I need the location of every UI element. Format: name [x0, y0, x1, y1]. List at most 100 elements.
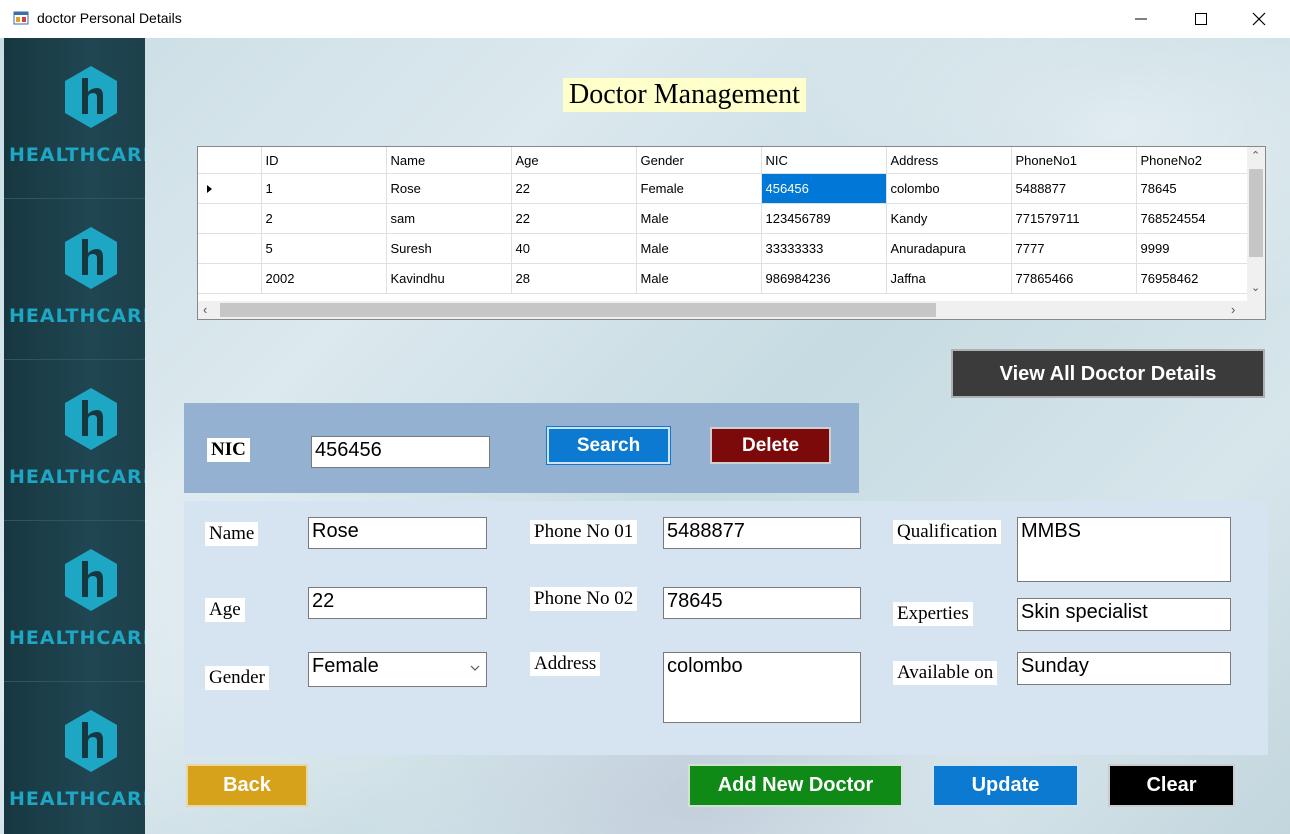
- logo-text: HEALTHCARE: [9, 466, 145, 488]
- table-cell[interactable]: 78645: [1136, 173, 1262, 204]
- phone-no-02-label: Phone No 02: [530, 587, 638, 611]
- table-cell[interactable]: Kandy: [886, 203, 1012, 234]
- clear-button[interactable]: Clear: [1108, 764, 1235, 807]
- available-on-field[interactable]: Sunday: [1017, 652, 1231, 685]
- table-cell[interactable]: 771579711: [1011, 203, 1137, 234]
- table-row[interactable]: 1 Rose 22 Female 456456 colombo 5488877 …: [198, 173, 1262, 204]
- title-bar: doctor Personal Details: [0, 0, 1290, 38]
- table-cell[interactable]: Jaffna: [886, 263, 1012, 294]
- table-cell[interactable]: 28: [511, 263, 637, 294]
- scroll-right-icon[interactable]: ›: [1231, 302, 1235, 317]
- table-cell-selected[interactable]: 456456: [761, 173, 887, 204]
- app-window-icon: [13, 11, 29, 25]
- table-cell[interactable]: 76958462: [1136, 263, 1262, 294]
- chevron-down-icon: [470, 665, 480, 671]
- available-on-label: Available on: [893, 661, 998, 685]
- healthcare-logo-icon: [65, 710, 117, 772]
- table-cell[interactable]: 2: [261, 203, 387, 234]
- table-cell[interactable]: 768524554: [1136, 203, 1262, 234]
- current-row-arrow-icon: [207, 185, 212, 193]
- column-header[interactable]: ID: [261, 147, 387, 174]
- table-cell[interactable]: Suresh: [386, 233, 512, 264]
- table-cell[interactable]: 40: [511, 233, 637, 264]
- age-label: Age: [205, 598, 245, 622]
- table-cell[interactable]: 7777: [1011, 233, 1137, 264]
- name-field[interactable]: Rose: [308, 517, 487, 549]
- table-cell[interactable]: 22: [511, 173, 637, 204]
- table-cell[interactable]: 77865466: [1011, 263, 1137, 294]
- row-header[interactable]: [198, 233, 262, 264]
- column-header[interactable]: NIC: [761, 147, 887, 174]
- update-button[interactable]: Update: [932, 764, 1079, 807]
- table-cell[interactable]: 5488877: [1011, 173, 1137, 204]
- sidebar: HEALTHCARE HEALTHCARE HEALTHCARE HEALTHC…: [4, 38, 145, 834]
- logo-block: HEALTHCARE: [4, 38, 145, 199]
- healthcare-logo-icon: [65, 66, 117, 128]
- table-cell[interactable]: 986984236: [761, 263, 887, 294]
- vertical-scroll-thumb[interactable]: [1249, 169, 1263, 257]
- window-title: doctor Personal Details: [37, 10, 182, 26]
- scroll-up-icon[interactable]: ⌃: [1251, 149, 1260, 162]
- table-cell[interactable]: Male: [636, 263, 762, 294]
- column-header[interactable]: PhoneNo2: [1136, 147, 1262, 174]
- table-cell[interactable]: Rose: [386, 173, 512, 204]
- back-button[interactable]: Back: [186, 764, 308, 807]
- table-cell[interactable]: Male: [636, 203, 762, 234]
- row-header-corner: [198, 147, 262, 174]
- address-label: Address: [530, 652, 601, 676]
- table-cell[interactable]: 22: [511, 203, 637, 234]
- column-header[interactable]: Gender: [636, 147, 762, 174]
- column-header[interactable]: Age: [511, 147, 637, 174]
- phone-no-01-label: Phone No 01: [530, 520, 638, 544]
- table-cell[interactable]: colombo: [886, 173, 1012, 204]
- table-cell[interactable]: sam: [386, 203, 512, 234]
- table-cell[interactable]: Male: [636, 233, 762, 264]
- table-cell[interactable]: 9999: [1136, 233, 1262, 264]
- table-cell[interactable]: Female: [636, 173, 762, 204]
- maximize-button[interactable]: [1173, 0, 1231, 38]
- logo-block: HEALTHCARE: [4, 199, 145, 360]
- row-header-current[interactable]: [198, 173, 262, 204]
- minimize-button[interactable]: [1113, 0, 1171, 38]
- gender-selected-value: Female: [312, 655, 379, 677]
- scroll-down-icon[interactable]: ⌄: [1251, 281, 1260, 294]
- table-row[interactable]: 2 sam 22 Male 123456789 Kandy 771579711 …: [198, 203, 1262, 234]
- row-header[interactable]: [198, 203, 262, 234]
- gender-select[interactable]: Female: [308, 652, 487, 687]
- close-button[interactable]: [1231, 0, 1289, 38]
- column-header[interactable]: Address: [886, 147, 1012, 174]
- table-row[interactable]: 5 Suresh 40 Male 33333333 Anuradapura 77…: [198, 233, 1262, 264]
- table-cell[interactable]: 123456789: [761, 203, 887, 234]
- column-header[interactable]: Name: [386, 147, 512, 174]
- qualification-field[interactable]: MMBS: [1017, 517, 1231, 582]
- vertical-scrollbar[interactable]: ⌃ ⌄: [1247, 147, 1265, 301]
- table-cell[interactable]: 2002: [261, 263, 387, 294]
- table-cell[interactable]: 33333333: [761, 233, 887, 264]
- age-field[interactable]: 22: [308, 587, 487, 619]
- phone-no-02-field[interactable]: 78645: [663, 587, 861, 619]
- add-new-doctor-button[interactable]: Add New Doctor: [688, 764, 903, 807]
- page-title: Doctor Management: [563, 78, 806, 112]
- minimize-icon: [1135, 18, 1147, 20]
- logo-block: HEALTHCARE: [4, 682, 145, 834]
- name-label: Name: [205, 522, 259, 546]
- view-all-doctor-details-button[interactable]: View All Doctor Details: [951, 349, 1265, 398]
- row-header[interactable]: [198, 263, 262, 294]
- experties-field[interactable]: Skin specialist: [1017, 598, 1231, 631]
- search-button[interactable]: Search: [546, 426, 671, 465]
- delete-button[interactable]: Delete: [710, 427, 831, 464]
- address-field[interactable]: colombo: [663, 652, 861, 723]
- healthcare-logo-icon: [65, 549, 117, 611]
- table-cell[interactable]: Anuradapura: [886, 233, 1012, 264]
- table-cell[interactable]: Kavindhu: [386, 263, 512, 294]
- scroll-left-icon[interactable]: ‹: [203, 302, 207, 317]
- table-cell[interactable]: 1: [261, 173, 387, 204]
- table-row[interactable]: 2002 Kavindhu 28 Male 986984236 Jaffna 7…: [198, 263, 1262, 294]
- column-header[interactable]: PhoneNo1: [1011, 147, 1137, 174]
- phone-no-01-field[interactable]: 5488877: [663, 517, 861, 549]
- doctor-data-grid[interactable]: ID Name Age Gender NIC Address PhoneNo1 …: [197, 146, 1266, 320]
- horizontal-scrollbar[interactable]: ‹ ›: [198, 301, 1265, 319]
- nic-search-input[interactable]: 456456: [311, 436, 490, 468]
- table-cell[interactable]: 5: [261, 233, 387, 264]
- horizontal-scroll-thumb[interactable]: [220, 303, 936, 317]
